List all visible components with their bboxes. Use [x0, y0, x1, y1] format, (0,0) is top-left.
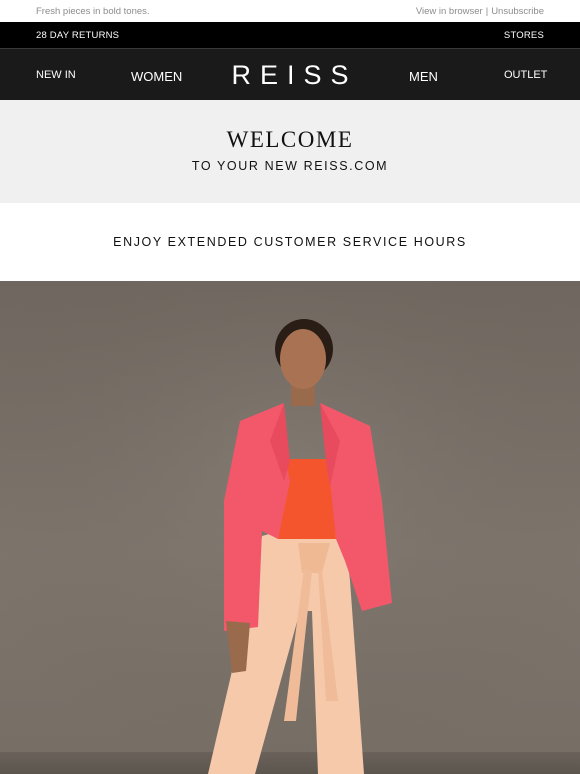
service-banner[interactable]: ENJOY EXTENDED CUSTOMER SERVICE HOURS [0, 203, 580, 281]
preheader: Fresh pieces in bold tones. View in brow… [0, 0, 580, 22]
reiss-logo[interactable]: REISS [0, 60, 580, 91]
preheader-divider: | [485, 5, 489, 17]
returns-link[interactable]: 28 DAY RETURNS [36, 30, 119, 41]
main-nav: NEW IN WOMEN REISS MEN OUTLET [0, 49, 580, 100]
view-in-browser-link[interactable]: View in browser [416, 6, 483, 17]
nav-outlet[interactable]: OUTLET [504, 69, 547, 81]
unsubscribe-link[interactable]: Unsubscribe [491, 6, 544, 17]
top-bar: 28 DAY RETURNS STORES [0, 22, 580, 48]
hero-image[interactable] [0, 281, 580, 774]
welcome-banner[interactable]: WELCOME TO YOUR NEW REISS.COM [0, 100, 580, 203]
welcome-title: WELCOME [226, 127, 354, 152]
preheader-tagline: Fresh pieces in bold tones. [36, 5, 150, 17]
service-text: ENJOY EXTENDED CUSTOMER SERVICE HOURS [113, 235, 467, 249]
welcome-subtitle: TO YOUR NEW REISS.COM [191, 159, 389, 173]
model-illustration [0, 281, 580, 774]
stores-link[interactable]: STORES [504, 30, 544, 41]
preheader-links: View in browser | Unsubscribe [416, 6, 544, 17]
nav-men[interactable]: MEN [409, 69, 438, 84]
